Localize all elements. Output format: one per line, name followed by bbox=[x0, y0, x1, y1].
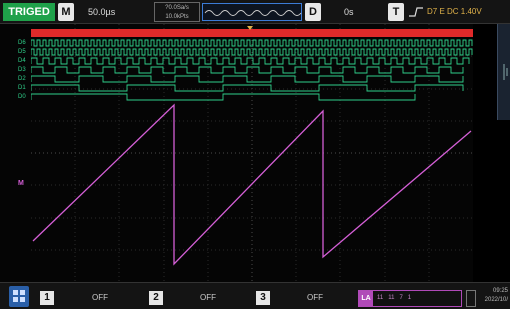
delay-tag[interactable]: D bbox=[305, 3, 321, 21]
edge-rising-icon bbox=[408, 3, 426, 21]
graticule bbox=[30, 24, 473, 282]
side-panel-tab[interactable] bbox=[497, 24, 510, 120]
analog-marker-label: M bbox=[18, 180, 24, 187]
digital-trace-d1 bbox=[30, 84, 464, 92]
clock-date: 2022/10/ bbox=[484, 297, 508, 303]
digital-trace-d2 bbox=[30, 75, 464, 83]
channel-3-status[interactable]: OFF bbox=[275, 291, 355, 305]
logic-analyzer-panel[interactable]: LA 11 11 7 1 bbox=[358, 290, 462, 307]
clock: 09:25 2022/10/ bbox=[478, 287, 510, 307]
bus-trace-red bbox=[31, 29, 473, 37]
channel-2-number[interactable]: 2 bbox=[149, 291, 163, 305]
clock-time: 09:25 bbox=[492, 288, 508, 294]
main-menu-button[interactable] bbox=[9, 286, 29, 307]
digital-trace-d0 bbox=[30, 93, 416, 101]
channel-3-number[interactable]: 3 bbox=[256, 291, 270, 305]
la-tag: LA bbox=[359, 291, 373, 306]
channel-2-status[interactable]: OFF bbox=[168, 291, 248, 305]
trigger-summary: D7 E DC 1.40V bbox=[427, 7, 482, 16]
timebase-tag[interactable]: M bbox=[58, 3, 74, 21]
channel-1-number[interactable]: 1 bbox=[40, 291, 54, 305]
grid-menu-icon bbox=[13, 290, 25, 302]
side-panel-handle-icon bbox=[503, 64, 508, 80]
usb-icon bbox=[466, 290, 476, 307]
trigger-tag[interactable]: T bbox=[388, 3, 404, 21]
trigger-status-badge[interactable]: TRIGED bbox=[3, 3, 55, 21]
waveform-display[interactable] bbox=[30, 24, 473, 282]
digital-trace-d4 bbox=[30, 57, 470, 65]
digital-label-d2: D2 bbox=[18, 76, 26, 82]
sample-rate: ?0.0Sa/s bbox=[165, 5, 189, 11]
digital-label-d5: D5 bbox=[18, 49, 26, 55]
timebase-value: 50.0µs bbox=[88, 7, 116, 17]
memory-depth: 10.0kPts bbox=[165, 14, 189, 20]
status-bar: TRIGED M 50.0µs ?0.0Sa/s 10.0kPts D 0s T… bbox=[0, 0, 510, 24]
la-codes: 11 11 7 1 bbox=[377, 295, 412, 301]
delay-value: 0s bbox=[344, 7, 354, 17]
digital-label-d0: D0 bbox=[18, 94, 26, 100]
digital-trace-d3 bbox=[30, 66, 464, 74]
digital-label-d6: D6 bbox=[18, 40, 26, 46]
digital-label-d1: D1 bbox=[18, 85, 26, 91]
digital-label-d4: D4 bbox=[18, 58, 26, 64]
waveform-overview[interactable] bbox=[202, 3, 302, 21]
overview-wave-icon bbox=[204, 10, 302, 16]
channel-1-status[interactable]: OFF bbox=[60, 291, 140, 305]
channel-label-panel: D6 D5 D4 D3 D2 D1 D0 M bbox=[0, 24, 31, 282]
digital-label-d3: D3 bbox=[18, 67, 26, 73]
sample-rate-box: ?0.0Sa/s 10.0kPts bbox=[154, 2, 200, 22]
channel-bar: 1 OFF 2 OFF 3 OFF LA 11 11 7 1 09:25 202… bbox=[0, 282, 510, 309]
